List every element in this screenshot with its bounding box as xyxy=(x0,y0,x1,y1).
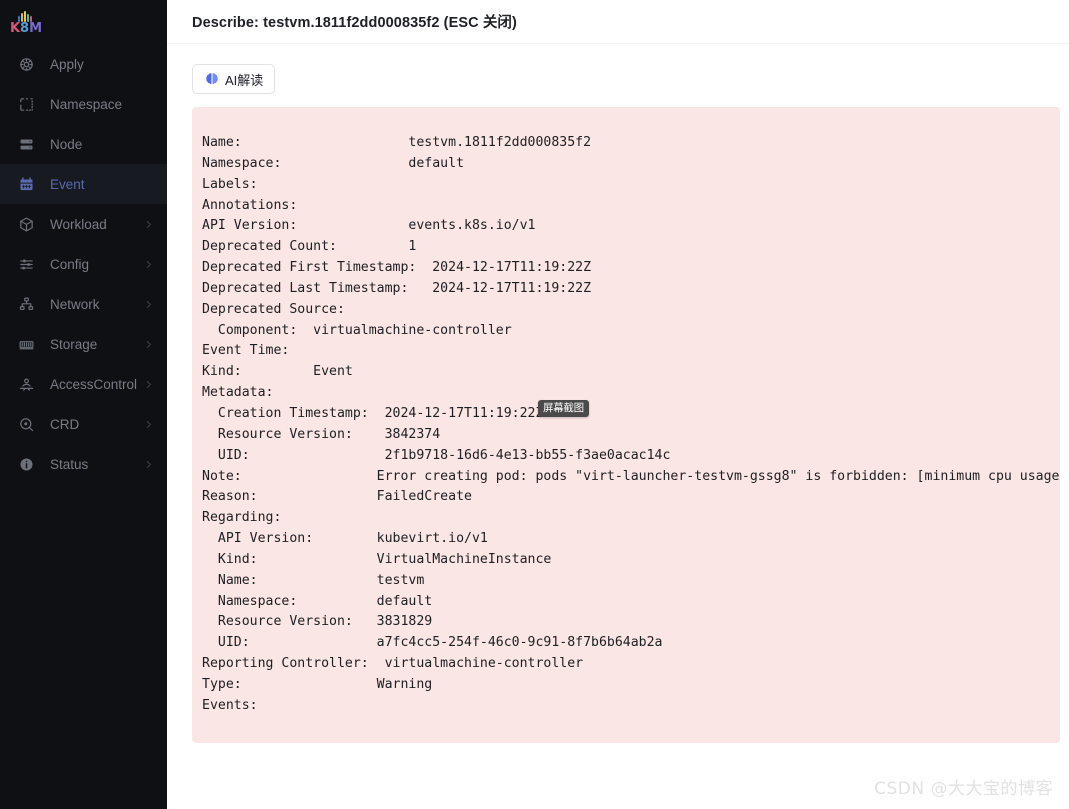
describe-output-text: Name: testvm.1811f2dd000835f2 Namespace:… xyxy=(202,135,1060,713)
sidebar-item-label: Network xyxy=(50,296,100,312)
disc-icon xyxy=(16,414,36,434)
sidebar-item-label: Event xyxy=(50,176,85,192)
chevron-right-icon[interactable] xyxy=(143,219,153,229)
network-tree-icon xyxy=(16,294,36,314)
server-stack-icon xyxy=(16,134,36,154)
chevron-right-icon[interactable] xyxy=(143,299,153,309)
sidebar-item-label: CRD xyxy=(50,416,80,432)
sidebar-item-accesscontrol[interactable]: AccessControl xyxy=(0,364,167,404)
sidebar-item-label: Node xyxy=(50,136,83,152)
sidebar-item-network[interactable]: Network xyxy=(0,284,167,324)
app-logo[interactable]: K8M xyxy=(0,0,167,44)
logo-letter-8: 8 xyxy=(20,21,30,36)
sidebar-item-storage[interactable]: Storage xyxy=(0,324,167,364)
chevron-right-icon[interactable] xyxy=(143,259,153,269)
sidebar-item-event[interactable]: Event xyxy=(0,164,167,204)
sidebar-item-node[interactable]: Node xyxy=(0,124,167,164)
describe-output-panel[interactable]: Name: testvm.1811f2dd000835f2 Namespace:… xyxy=(192,107,1060,743)
describe-header: Describe: testvm.1811f2dd000835f2 (ESC 关… xyxy=(167,0,1069,44)
info-circle-icon xyxy=(16,454,36,474)
sidebar-item-apply[interactable]: Apply xyxy=(0,44,167,84)
sidebar-item-label: Status xyxy=(50,456,89,472)
chevron-right-icon[interactable] xyxy=(143,339,153,349)
ai-explain-label: AI解读 xyxy=(225,72,264,88)
sidebar-item-workload[interactable]: Workload xyxy=(0,204,167,244)
page-title: Describe: testvm.1811f2dd000835f2 (ESC 关… xyxy=(192,15,517,31)
chevron-right-icon[interactable] xyxy=(143,419,153,429)
sidebar-item-namespace[interactable]: Namespace xyxy=(0,84,167,124)
sidebar-item-label: Config xyxy=(50,256,90,272)
sidebar-item-label: Apply xyxy=(50,56,84,72)
sidebar-item-status[interactable]: Status xyxy=(0,444,167,484)
brain-icon xyxy=(204,72,219,87)
logo-letter-k: K xyxy=(9,21,21,36)
dashed-square-icon xyxy=(16,94,36,114)
sidebar-item-label: Storage xyxy=(50,336,98,352)
ai-explain-button[interactable]: AI解读 xyxy=(192,64,276,94)
toolbar: AI解读 xyxy=(167,44,1069,94)
storage-chip-icon xyxy=(16,334,36,354)
sidebar-item-label: Namespace xyxy=(50,96,123,112)
sidebar: K8M Apply Namespace Node Event Workload Confi… xyxy=(0,0,167,809)
user-shield-icon xyxy=(16,374,36,394)
kubernetes-wheel-icon xyxy=(16,54,36,74)
sidebar-item-label: Workload xyxy=(50,216,107,232)
sidebar-item-crd[interactable]: CRD xyxy=(0,404,167,444)
watermark: CSDN @大大宝的博客 xyxy=(874,779,1053,799)
chevron-right-icon[interactable] xyxy=(143,459,153,469)
app-root: K8M Apply Namespace Node Event Workload Confi… xyxy=(0,0,1069,809)
cube-icon xyxy=(16,214,36,234)
sidebar-nav: Apply Namespace Node Event Workload Config Net… xyxy=(0,44,167,484)
chevron-right-icon[interactable] xyxy=(143,379,153,389)
logo-box: K8M xyxy=(8,7,44,37)
logo-letter-m: M xyxy=(29,21,43,36)
sliders-icon xyxy=(16,254,36,274)
screenshot-tooltip: 屏幕截图 xyxy=(538,400,589,417)
sidebar-item-label: AccessControl xyxy=(50,376,138,392)
main-content: Describe: testvm.1811f2dd000835f2 (ESC 关… xyxy=(167,0,1069,809)
sidebar-item-config[interactable]: Config xyxy=(0,244,167,284)
flame-icon xyxy=(17,11,35,22)
logo-text: K8M xyxy=(10,22,42,36)
calendar-icon xyxy=(16,174,36,194)
